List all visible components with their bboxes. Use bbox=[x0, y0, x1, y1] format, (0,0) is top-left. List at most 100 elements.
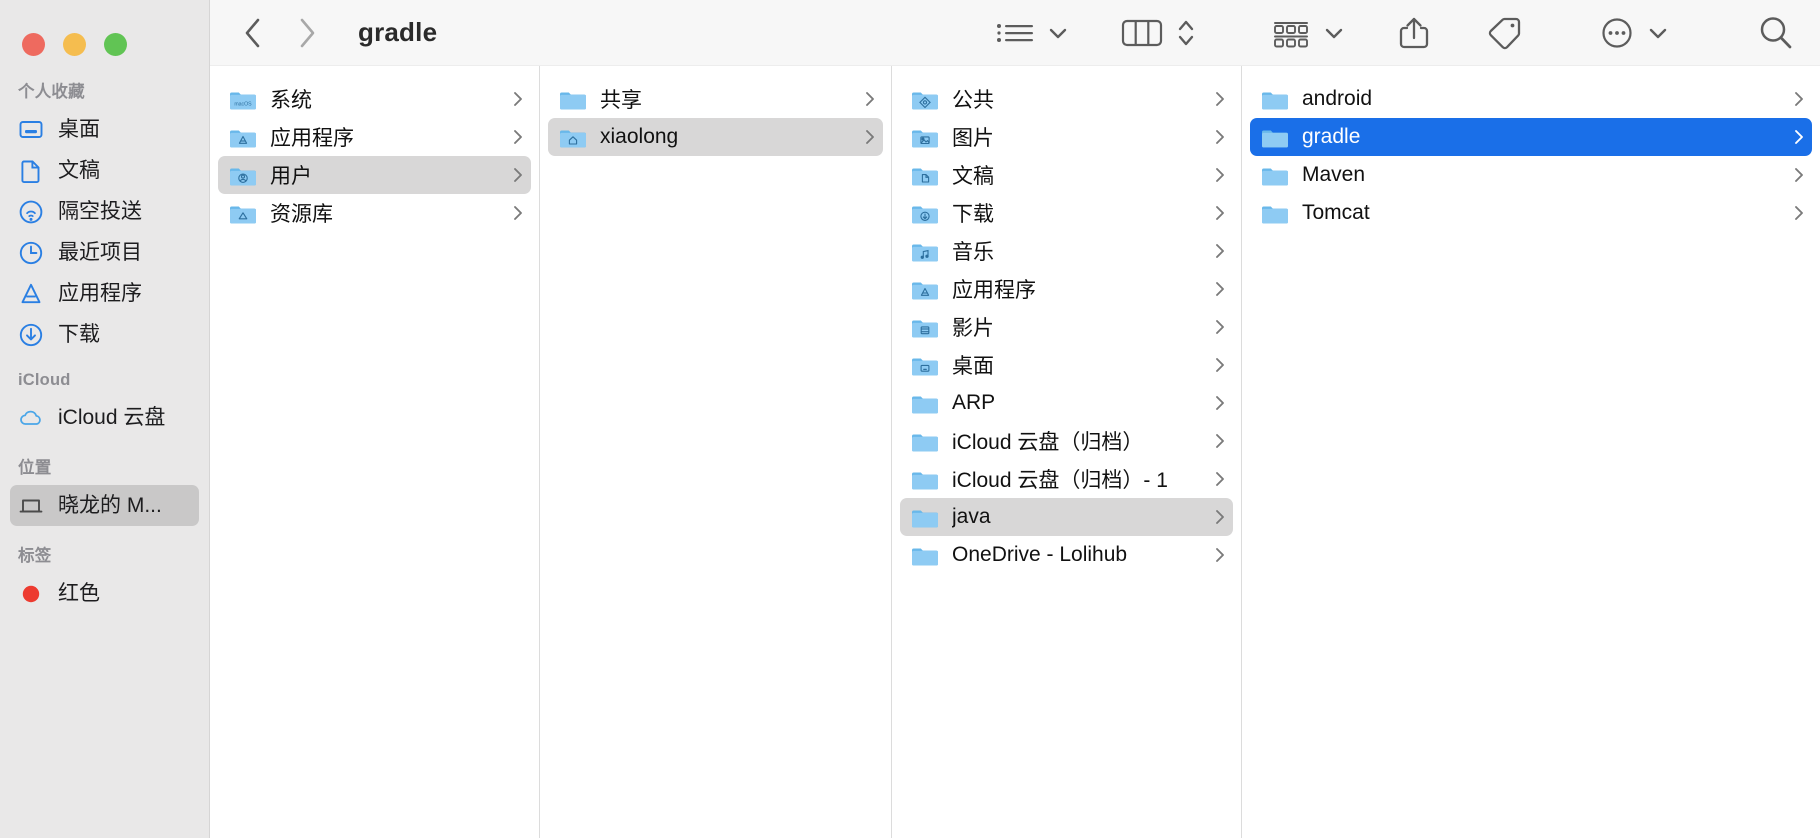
minimize-button[interactable] bbox=[63, 33, 86, 56]
folder-icon bbox=[1260, 201, 1290, 225]
sidebar-item-1[interactable]: 晓龙的 M... bbox=[10, 485, 199, 526]
disclosure-chevron-right-icon[interactable] bbox=[511, 127, 525, 147]
list-item[interactable]: Tomcat bbox=[1250, 194, 1812, 232]
list-item-label: Tomcat bbox=[1302, 201, 1784, 225]
view-list-group bbox=[994, 11, 1068, 55]
list-item[interactable]: 资源库 bbox=[218, 194, 531, 232]
disclosure-chevron-right-icon[interactable] bbox=[1213, 279, 1227, 299]
sidebar-section-header: 位置 bbox=[0, 454, 209, 478]
red-tag-dot-icon bbox=[18, 581, 44, 607]
sort-updown-icon[interactable] bbox=[1176, 16, 1196, 50]
disclosure-chevron-right-icon[interactable] bbox=[1213, 393, 1227, 413]
airdrop-icon bbox=[18, 199, 44, 225]
list-item[interactable]: 应用程序 bbox=[218, 118, 531, 156]
sidebar-item-1[interactable]: 红色 bbox=[10, 573, 199, 614]
sidebar-item-2[interactable]: 文稿 bbox=[10, 150, 199, 191]
list-item[interactable]: 应用程序 bbox=[900, 270, 1233, 308]
laptop-icon bbox=[18, 493, 44, 519]
more-chevron-down-icon[interactable] bbox=[1648, 26, 1668, 40]
list-item[interactable]: 用户 bbox=[218, 156, 531, 194]
column-browser: macOS 系统 应用程序 用户 资源库 bbox=[210, 66, 1820, 838]
list-item-label: 用户 bbox=[270, 160, 503, 190]
list-view-icon[interactable] bbox=[994, 11, 1036, 55]
list-item[interactable]: 文稿 bbox=[900, 156, 1233, 194]
list-view-chevron-down-icon[interactable] bbox=[1048, 26, 1068, 40]
disclosure-chevron-right-icon[interactable] bbox=[1213, 127, 1227, 147]
navigation-buttons bbox=[240, 16, 320, 50]
disclosure-chevron-right-icon[interactable] bbox=[1213, 165, 1227, 185]
disclosure-chevron-right-icon[interactable] bbox=[1213, 89, 1227, 109]
group-by-group bbox=[1270, 11, 1344, 55]
folder-home-icon bbox=[558, 125, 588, 149]
folder-library-icon bbox=[228, 201, 258, 225]
disclosure-chevron-right-icon[interactable] bbox=[1213, 431, 1227, 451]
sidebar-item-1[interactable]: iCloud 云盘 bbox=[10, 397, 199, 438]
search-icon[interactable] bbox=[1756, 11, 1796, 55]
disclosure-chevron-right-icon[interactable] bbox=[1792, 165, 1806, 185]
group-by-icon[interactable] bbox=[1270, 11, 1312, 55]
disclosure-chevron-right-icon[interactable] bbox=[1213, 545, 1227, 565]
disclosure-chevron-right-icon[interactable] bbox=[1213, 469, 1227, 489]
disclosure-chevron-right-icon[interactable] bbox=[863, 89, 877, 109]
folder-icon bbox=[910, 429, 940, 453]
disclosure-chevron-right-icon[interactable] bbox=[863, 127, 877, 147]
sidebar-item-6[interactable]: 下载 bbox=[10, 314, 199, 355]
list-item-label: xiaolong bbox=[600, 125, 855, 149]
close-button[interactable] bbox=[22, 33, 45, 56]
sidebar-item-3[interactable]: 隔空投送 bbox=[10, 191, 199, 232]
tag-icon[interactable] bbox=[1484, 11, 1524, 55]
disclosure-chevron-right-icon[interactable] bbox=[1213, 355, 1227, 375]
list-item[interactable]: 音乐 bbox=[900, 232, 1233, 270]
list-item[interactable]: 公共 bbox=[900, 80, 1233, 118]
sidebar-item-1[interactable]: 桌面 bbox=[10, 109, 199, 150]
list-item-label: 音乐 bbox=[952, 236, 1205, 266]
list-item[interactable]: gradle bbox=[1250, 118, 1812, 156]
sidebar-item-4[interactable]: 最近项目 bbox=[10, 232, 199, 273]
list-item[interactable]: Maven bbox=[1250, 156, 1812, 194]
list-item[interactable]: android bbox=[1250, 80, 1812, 118]
list-item[interactable]: iCloud 云盘（归档） bbox=[900, 422, 1233, 460]
disclosure-chevron-right-icon[interactable] bbox=[1213, 317, 1227, 337]
maximize-button[interactable] bbox=[104, 33, 127, 56]
list-item[interactable]: OneDrive - Lolihub bbox=[900, 536, 1233, 574]
disclosure-chevron-right-icon[interactable] bbox=[1792, 127, 1806, 147]
window-controls bbox=[0, 0, 209, 66]
list-item[interactable]: 影片 bbox=[900, 308, 1233, 346]
list-item[interactable]: java bbox=[900, 498, 1233, 536]
list-item[interactable]: 桌面 bbox=[900, 346, 1233, 384]
folder-movies-icon bbox=[910, 315, 940, 339]
column-view-icon[interactable] bbox=[1120, 11, 1164, 55]
list-item-label: 应用程序 bbox=[952, 274, 1205, 304]
disclosure-chevron-right-icon[interactable] bbox=[1213, 241, 1227, 261]
column-1: macOS 系统 应用程序 用户 资源库 bbox=[210, 66, 540, 838]
sidebar-item-label: 文稿 bbox=[58, 160, 100, 181]
back-button[interactable] bbox=[240, 16, 266, 50]
svg-text:macOS: macOS bbox=[234, 102, 252, 108]
page-title: gradle bbox=[358, 17, 437, 48]
list-item[interactable]: 共享 bbox=[548, 80, 883, 118]
group-by-chevron-down-icon[interactable] bbox=[1324, 26, 1344, 40]
disclosure-chevron-right-icon[interactable] bbox=[1792, 89, 1806, 109]
disclosure-chevron-right-icon[interactable] bbox=[511, 89, 525, 109]
list-item[interactable]: ARP bbox=[900, 384, 1233, 422]
share-icon[interactable] bbox=[1396, 11, 1432, 55]
list-item[interactable]: xiaolong bbox=[548, 118, 883, 156]
sidebar-item-5[interactable]: 应用程序 bbox=[10, 273, 199, 314]
disclosure-chevron-right-icon[interactable] bbox=[511, 203, 525, 223]
list-item-label: Maven bbox=[1302, 163, 1784, 187]
list-item[interactable]: iCloud 云盘（归档）- 1 bbox=[900, 460, 1233, 498]
list-item-label: iCloud 云盘（归档）- 1 bbox=[952, 464, 1205, 494]
disclosure-chevron-right-icon[interactable] bbox=[1213, 203, 1227, 223]
disclosure-chevron-right-icon[interactable] bbox=[1213, 507, 1227, 527]
more-ellipsis-icon[interactable] bbox=[1598, 11, 1636, 55]
tag-group bbox=[1484, 11, 1524, 55]
list-item[interactable]: 图片 bbox=[900, 118, 1233, 156]
disclosure-chevron-right-icon[interactable] bbox=[1792, 203, 1806, 223]
forward-button[interactable] bbox=[294, 16, 320, 50]
list-item[interactable]: macOS 系统 bbox=[218, 80, 531, 118]
list-item[interactable]: 下载 bbox=[900, 194, 1233, 232]
list-item-label: java bbox=[952, 505, 1205, 529]
sidebar-item-label: iCloud 云盘 bbox=[58, 407, 165, 428]
sidebar-item-label: 晓龙的 M... bbox=[58, 495, 162, 516]
disclosure-chevron-right-icon[interactable] bbox=[511, 165, 525, 185]
